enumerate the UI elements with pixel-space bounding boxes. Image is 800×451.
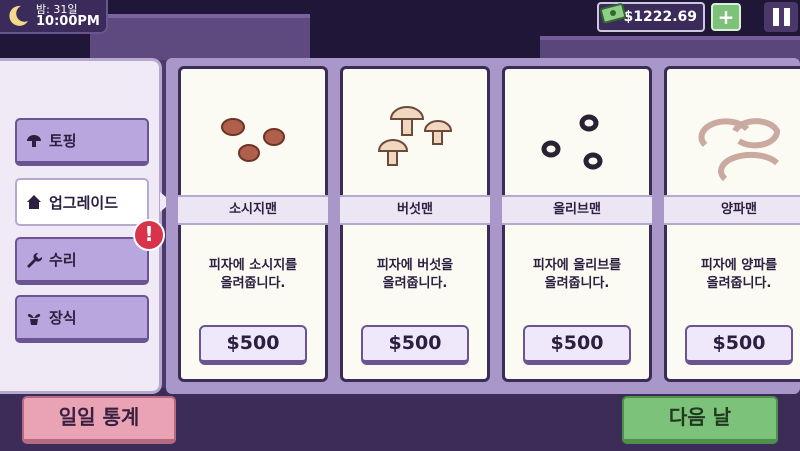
mushroom-art [377,106,453,166]
buy-price-button[interactable]: $500 [685,325,793,365]
sausage-art [221,118,285,162]
desc-line: 피자에 소시지를 [208,258,298,273]
repair-alert-badge: ! [133,219,165,251]
pause-icon [772,8,779,26]
cash-icon [600,3,627,24]
card-description: 피자에 소시지를 올려줍니다. [187,257,319,293]
money-amount: $1222.69 [623,9,697,25]
menu-label: 토핑 [49,132,77,150]
menu-label: 업그레이드 [49,193,119,212]
card-title: 올리브맨 [502,195,652,225]
desc-line: 피자에 양파를 [700,258,778,273]
card-description: 피자에 버섯을 올려줍니다. [349,257,481,293]
menu-label: 수리 [49,251,77,269]
menu-toppings-button[interactable]: 토핑 [15,118,149,166]
olive-art [541,114,603,170]
menu-label: 장식 [49,309,77,327]
mushroom-icon [27,134,41,147]
card-title: 버섯맨 [340,195,490,225]
buy-price-button[interactable]: $500 [199,325,307,365]
desc-line: 올려줍니다. [544,276,610,291]
desc-line: 올려줍니다. [706,276,772,291]
plant-icon [27,313,41,325]
add-money-button[interactable]: + [711,3,741,31]
card-description: 피자에 올리브를 올려줍니다. [511,257,643,293]
card-description: 피자에 양파를 올려줍니다. [673,257,800,293]
house-icon [27,195,41,209]
pause-button[interactable] [764,2,798,32]
onion-art [698,118,780,182]
desc-line: 피자에 올리브를 [532,258,622,273]
upgrade-card-onion[interactable]: 양파맨 피자에 양파를 올려줍니다. $500 [664,66,800,382]
wrench-icon [27,252,43,268]
card-title: 양파맨 [664,195,800,225]
buy-price-button[interactable]: $500 [361,325,469,365]
menu-repair-button[interactable]: 수리 [15,237,149,285]
upgrade-card-olive[interactable]: 올리브맨 피자에 올리브를 올려줍니다. $500 [502,66,652,382]
moon-icon [9,5,29,26]
buy-price-button[interactable]: $500 [523,325,631,365]
menu-decor-button[interactable]: 장식 [15,295,149,343]
next-day-button[interactable]: 다음 날 [622,396,778,444]
menu-upgrade-button[interactable]: 업그레이드 [15,178,149,226]
desc-line: 올려줍니다. [220,276,286,291]
desc-line: 피자에 버섯을 [376,258,454,273]
clock-label: 10:00PM [36,14,100,29]
upgrade-card-mushroom[interactable]: 버섯맨 피자에 버섯을 올려줍니다. $500 [340,66,490,382]
day-time-display: 밤: 31일 10:00PM [0,0,108,34]
card-title: 소시지맨 [178,195,328,225]
daily-stats-button[interactable]: 일일 통계 [22,396,176,444]
desc-line: 올려줍니다. [382,276,448,291]
upgrade-card-sausage[interactable]: 소시지맨 피자에 소시지를 올려줍니다. $500 [178,66,328,382]
